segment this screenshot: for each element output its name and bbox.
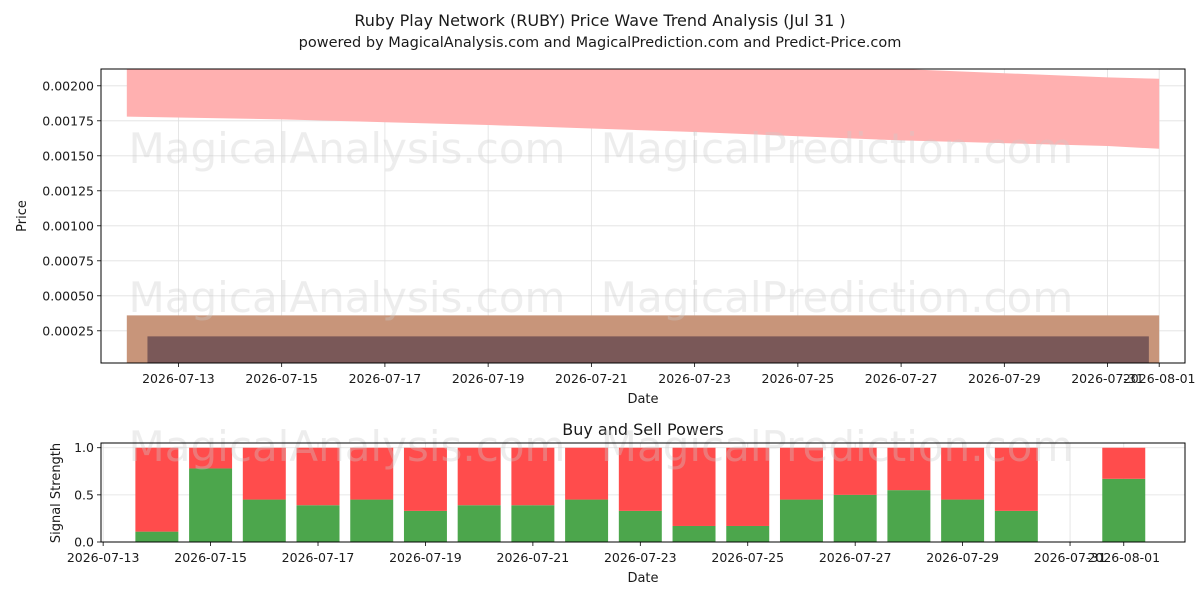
signal-x-tick-label: 2026-07-23 [604,550,677,565]
signal-y-ticks: 0.0 0.5 1.0 [74,440,101,550]
chart-title: Ruby Play Network (RUBY) Price Wave Tren… [354,11,845,30]
buy-bar [242,499,286,542]
signal-x-tick-label: 2026-07-17 [282,550,355,565]
price-y-tick-label: 0.00025 [42,323,94,338]
buy-bar [565,499,609,542]
price-watermark: MagicalAnalysis.com [129,273,566,322]
signal-x-tick-label: 2026-07-25 [711,550,784,565]
price-x-ticks: 2026-07-13 2026-07-15 2026-07-17 2026-07-19… [142,363,1196,386]
signal-watermark: MagicalPrediction.com [601,422,1074,471]
signal-x-tick-label: 2026-07-13 [67,550,140,565]
buy-bar [672,525,716,542]
price-y-tick-label: 0.00125 [42,183,94,198]
signal-y-label: Signal Strength [49,443,64,543]
signal-x-label: Date [627,571,658,586]
signal-y-tick-label: 1.0 [74,440,94,455]
price-y-label: Price [15,200,30,232]
buy-bar [135,531,179,542]
price-x-tick-label: 2026-07-27 [865,371,938,386]
buy-bar [941,499,985,542]
buy-bar [189,468,233,542]
buy-bar [403,510,447,542]
signal-panel: Buy and Sell Powers MagicalAnalysis.com M… [49,420,1186,586]
price-x-tick-label: 2026-07-25 [762,371,835,386]
buy-bar [779,499,823,542]
price-band-lower-band-inner [147,336,1149,363]
buy-bar [618,510,662,542]
buy-bar [296,505,340,542]
price-y-tick-label: 0.00175 [42,113,94,128]
signal-watermarks: MagicalAnalysis.com MagicalPrediction.com [129,422,1074,471]
price-watermark: MagicalPrediction.com [601,273,1074,322]
price-x-tick-label: 2026-07-29 [968,371,1041,386]
buy-bar [833,494,877,542]
price-panel: MagicalAnalysis.com MagicalPrediction.com… [15,68,1196,407]
buy-bar [1102,478,1146,542]
buy-bar [457,505,501,542]
price-y-tick-label: 0.00100 [42,218,94,233]
signal-y-tick-label: 0.0 [74,535,94,550]
price-x-label: Date [627,392,658,407]
buy-bar [887,490,931,542]
signal-x-tick-label: 2026-07-19 [389,550,462,565]
price-watermarks: MagicalAnalysis.com MagicalPrediction.com… [129,124,1074,322]
price-y-tick-label: 0.00200 [42,78,94,93]
price-x-tick-label: 2026-08-01 [1123,371,1196,386]
price-watermark: MagicalPrediction.com [601,124,1074,173]
price-x-tick-label: 2026-07-15 [245,371,318,386]
chart-figure: Ruby Play Network (RUBY) Price Wave Tren… [15,11,1196,586]
price-x-tick-label: 2026-07-19 [452,371,525,386]
signal-x-ticks: 2026-07-13 2026-07-15 2026-07-17 2026-07-19… [67,542,1160,565]
buy-bar [726,525,770,542]
price-y-ticks: 0.00025 0.00050 0.00075 0.00100 0.00125 0.001… [42,78,101,338]
price-y-tick-label: 0.00150 [42,148,94,163]
buy-bar [511,505,555,542]
price-y-tick-label: 0.00075 [42,253,94,268]
signal-x-tick-label: 2026-07-21 [497,550,570,565]
price-watermark: MagicalAnalysis.com [129,124,566,173]
signal-x-tick-label: 2026-08-01 [1087,550,1160,565]
signal-x-tick-label: 2026-07-29 [926,550,999,565]
signal-y-tick-label: 0.5 [74,487,94,502]
signal-x-tick-label: 2026-07-15 [174,550,247,565]
signal-x-tick-label: 2026-07-27 [819,550,892,565]
sell-bar [1102,447,1146,479]
signal-watermark: MagicalAnalysis.com [129,422,566,471]
price-x-tick-label: 2026-07-17 [349,371,422,386]
chart-subtitle: powered by MagicalAnalysis.com and Magic… [299,35,902,51]
price-y-tick-label: 0.00050 [42,288,94,303]
buy-bar [994,510,1038,542]
price-x-tick-label: 2026-07-23 [658,371,731,386]
price-x-tick-label: 2026-07-13 [142,371,215,386]
buy-bar [350,499,394,542]
price-x-tick-label: 2026-07-21 [555,371,628,386]
